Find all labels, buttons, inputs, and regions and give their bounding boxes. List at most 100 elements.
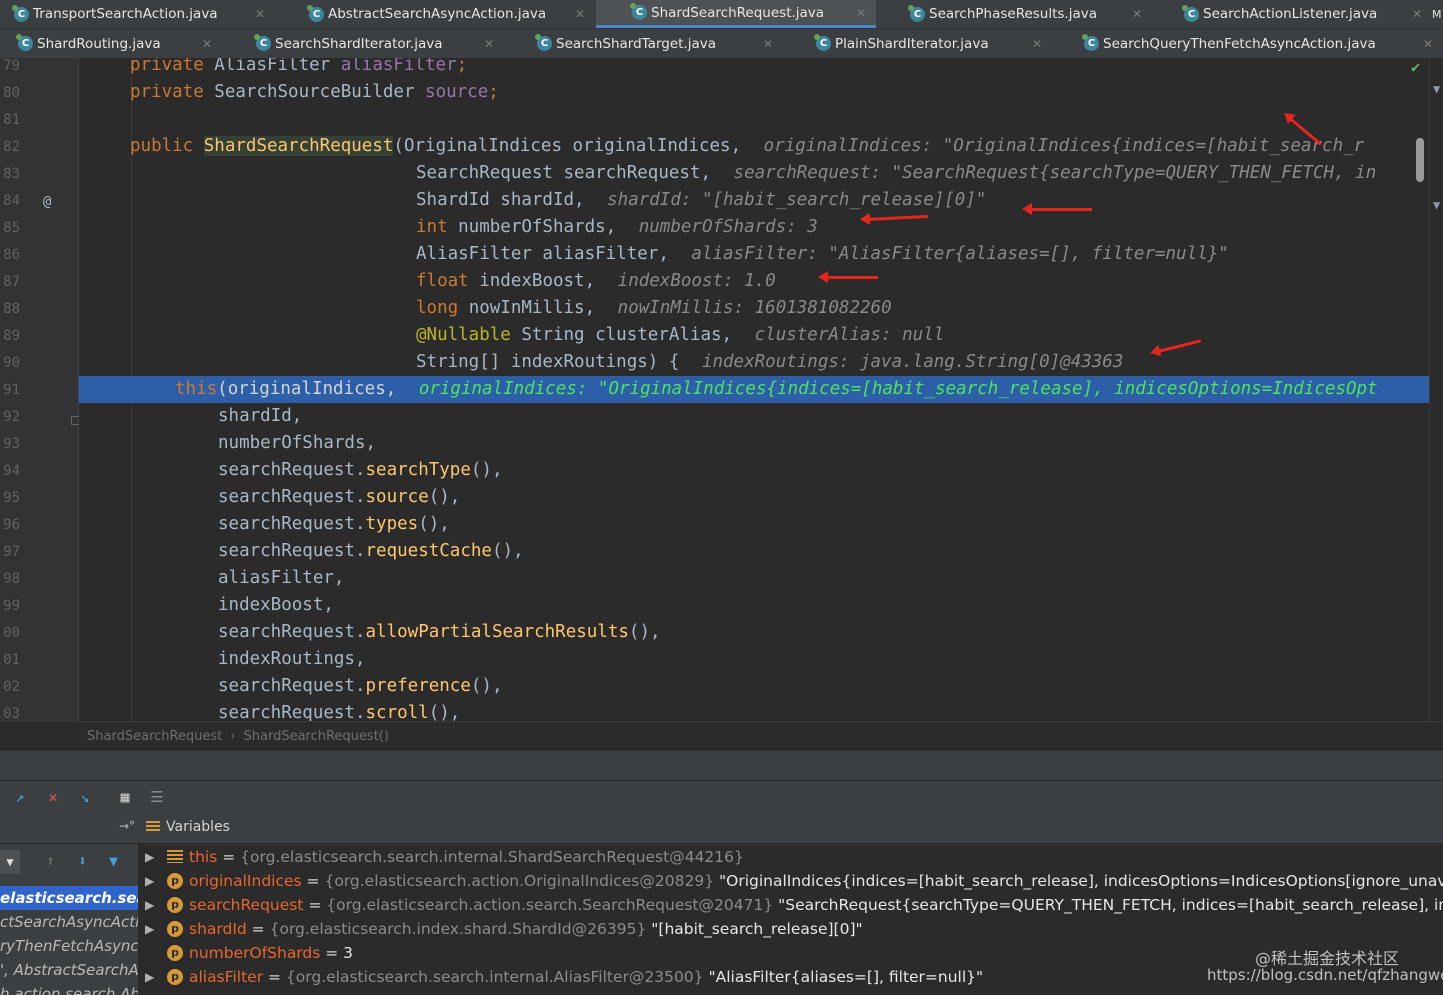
inline-debug-value: aliasFilter: "AliasFilter{aliases=[], fi… bbox=[691, 244, 1229, 264]
stack-frame[interactable]: h.action.search.Ab bbox=[0, 982, 138, 995]
restore-layout-icon[interactable]: →° bbox=[119, 819, 135, 833]
method-call: allowPartialSearchResults bbox=[365, 622, 629, 642]
tab-shard-search-request[interactable]: C ShardSearchRequest.java ✕ bbox=[596, 0, 876, 28]
expand-icon[interactable]: ▶ bbox=[145, 893, 154, 917]
arrow-up-icon[interactable]: ⬆ bbox=[46, 852, 55, 870]
method-call: types bbox=[365, 514, 419, 534]
close-icon[interactable]: ✕ bbox=[484, 37, 494, 51]
line-number: 96 bbox=[3, 517, 20, 533]
code-text: (), bbox=[628, 622, 661, 642]
scroll-marker-icon[interactable]: ▼ bbox=[1433, 198, 1440, 212]
close-icon[interactable]: ✕ bbox=[575, 7, 585, 21]
close-icon[interactable]: ✕ bbox=[763, 37, 773, 51]
code-text: nowInMillis, bbox=[458, 298, 606, 318]
close-icon[interactable]: ✕ bbox=[1132, 7, 1142, 21]
line-number: 79 bbox=[3, 58, 20, 74]
keyword: private bbox=[130, 58, 204, 75]
panel-divider[interactable] bbox=[0, 750, 1443, 781]
variable-row[interactable]: ▶ p searchRequest = {org.elasticsearch.a… bbox=[139, 893, 1443, 917]
inline-debug-value: originalIndices: "OriginalIndices{indice… bbox=[763, 136, 1365, 156]
variable-row[interactable]: ▶ p shardId = {org.elasticsearch.index.s… bbox=[139, 917, 1443, 941]
thread-dropdown[interactable]: ▼ bbox=[0, 850, 20, 874]
tab-label: SearchQueryThenFetchAsyncAction.java bbox=[1103, 35, 1376, 52]
expand-icon[interactable]: ▶ bbox=[145, 965, 154, 989]
close-icon[interactable]: ✕ bbox=[856, 6, 866, 20]
code-line: searchRequest.scroll(), bbox=[218, 700, 460, 721]
variable-name: searchRequest bbox=[189, 896, 304, 914]
line-number-gutter[interactable]: 79 80 81 82 83 84 85 86 87 88 89 90 91 9… bbox=[0, 58, 80, 722]
close-icon[interactable]: ✕ bbox=[1032, 37, 1042, 51]
code-editor[interactable]: private AliasFilter aliasFilter; private… bbox=[79, 58, 1429, 721]
editor-tabs-row-2: C ShardRouting.java ✕ C SearchShardItera… bbox=[0, 29, 1443, 59]
tab-transport-search-action[interactable]: C TransportSearchAction.java ✕ bbox=[0, 0, 275, 28]
tab-search-shard-target[interactable]: C SearchShardTarget.java ✕ bbox=[523, 29, 783, 58]
variable-name: numberOfShards bbox=[189, 944, 321, 962]
editor-scrollbar-track[interactable] bbox=[1429, 58, 1443, 721]
code-text: (OriginalIndices originalIndices, bbox=[393, 136, 752, 156]
expand-icon[interactable]: ▶ bbox=[145, 845, 154, 869]
tab-search-action-listener[interactable]: C SearchActionListener.java ✕ bbox=[1170, 0, 1432, 28]
breadcrumb-method[interactable]: ShardSearchRequest() bbox=[244, 729, 389, 744]
code-line: shardId, bbox=[218, 406, 303, 426]
line-number: 82 bbox=[3, 139, 20, 155]
parameter-icon: p bbox=[167, 945, 183, 961]
inline-debug-value: originalIndices: "OriginalIndices{indice… bbox=[418, 379, 1378, 399]
keyword: long bbox=[416, 298, 459, 318]
close-icon[interactable]: ✕ bbox=[1412, 7, 1422, 21]
tab-search-query-then-fetch[interactable]: C SearchQueryThenFetchAsyncAction.java ✕ bbox=[1070, 29, 1443, 58]
show-execution-point-icon[interactable]: ↗ bbox=[10, 787, 30, 807]
scroll-marker-icon[interactable]: ▼ bbox=[1433, 82, 1440, 96]
code-text: searchRequest. bbox=[218, 676, 366, 696]
java-class-icon: C bbox=[535, 34, 552, 51]
annotation: @Nullable bbox=[416, 325, 511, 345]
code-line: SearchRequest searchRequest, searchReque… bbox=[416, 160, 1376, 187]
variables-panel-header: →° Variables bbox=[0, 811, 1443, 844]
close-icon[interactable]: ✕ bbox=[255, 7, 265, 21]
tab-overflow[interactable]: M bbox=[1432, 0, 1443, 28]
variable-ref: {org.elasticsearch.index.shard.ShardId@2… bbox=[269, 920, 647, 938]
keyword: float bbox=[416, 271, 469, 291]
expand-icon[interactable]: ▶ bbox=[145, 869, 154, 893]
field-name: aliasFilter bbox=[340, 58, 457, 75]
code-line: @Nullable String clusterAlias, clusterAl… bbox=[416, 322, 944, 349]
close-icon[interactable]: ✕ bbox=[1423, 37, 1433, 51]
line-number: 98 bbox=[3, 571, 20, 587]
stack-frame[interactable]: ', AbstractSearchA bbox=[0, 958, 138, 982]
variable-row[interactable]: p numberOfShards = 3 bbox=[139, 941, 1443, 965]
trace-stream-icon[interactable]: ☰ bbox=[147, 787, 167, 807]
override-annotation-marker[interactable]: @ bbox=[43, 194, 51, 210]
stack-frame[interactable]: ctSearchAsyncActi bbox=[0, 910, 138, 934]
stack-frame[interactable]: ryThenFetchAsync bbox=[0, 934, 138, 958]
filter-icon[interactable]: ▼ bbox=[109, 852, 118, 870]
step-over-icon[interactable]: ✕ bbox=[43, 787, 63, 807]
editor-scrollbar-thumb[interactable] bbox=[1416, 138, 1424, 182]
step-into-icon[interactable]: ↘ bbox=[75, 787, 95, 807]
tab-overflow-label: M bbox=[1432, 7, 1442, 21]
line-number: 84 bbox=[3, 193, 20, 209]
tab-search-shard-iterator[interactable]: C SearchShardIterator.java ✕ bbox=[242, 29, 504, 58]
breadcrumb-class[interactable]: ShardSearchRequest bbox=[87, 729, 222, 744]
red-arrow-annotation bbox=[818, 271, 878, 283]
code-text: SearchRequest searchRequest, bbox=[416, 163, 722, 183]
variable-row[interactable]: ▶ this = {org.elasticsearch.search.inter… bbox=[139, 845, 1443, 869]
code-text: String[] indexRoutings) { bbox=[416, 352, 690, 372]
tab-shard-routing[interactable]: C ShardRouting.java ✕ bbox=[0, 29, 222, 58]
code-line: numberOfShards, bbox=[218, 433, 377, 453]
tab-plain-shard-iterator[interactable]: C PlainShardIterator.java ✕ bbox=[802, 29, 1052, 58]
code-text: numberOfShards, bbox=[447, 217, 627, 237]
code-line: AliasFilter aliasFilter, aliasFilter: "A… bbox=[416, 241, 1229, 268]
tab-label: SearchShardIterator.java bbox=[275, 35, 443, 52]
frames-panel: ▼ ⬆ ⬇ ▼ elasticsearch.searc ctSearchAsyn… bbox=[0, 844, 139, 995]
tab-search-phase-results[interactable]: C SearchPhaseResults.java ✕ bbox=[896, 0, 1152, 28]
stack-frame[interactable]: elasticsearch.searc bbox=[0, 886, 138, 910]
breadcrumb-separator: › bbox=[230, 728, 236, 744]
keyword: this bbox=[175, 379, 218, 399]
tab-abstract-search-async-action[interactable]: C AbstractSearchAsyncAction.java ✕ bbox=[295, 0, 595, 28]
expand-icon[interactable]: ▶ bbox=[145, 917, 154, 941]
current-execution-line[interactable]: this(originalIndices, originalIndices: "… bbox=[79, 376, 1429, 403]
evaluate-expression-icon[interactable]: ▦ bbox=[115, 787, 135, 807]
arrow-down-icon[interactable]: ⬇ bbox=[78, 852, 87, 870]
variable-ref: {org.elasticsearch.search.internal.Shard… bbox=[240, 848, 744, 866]
close-icon[interactable]: ✕ bbox=[202, 37, 212, 51]
variable-row[interactable]: ▶ p originalIndices = {org.elasticsearch… bbox=[139, 869, 1443, 893]
